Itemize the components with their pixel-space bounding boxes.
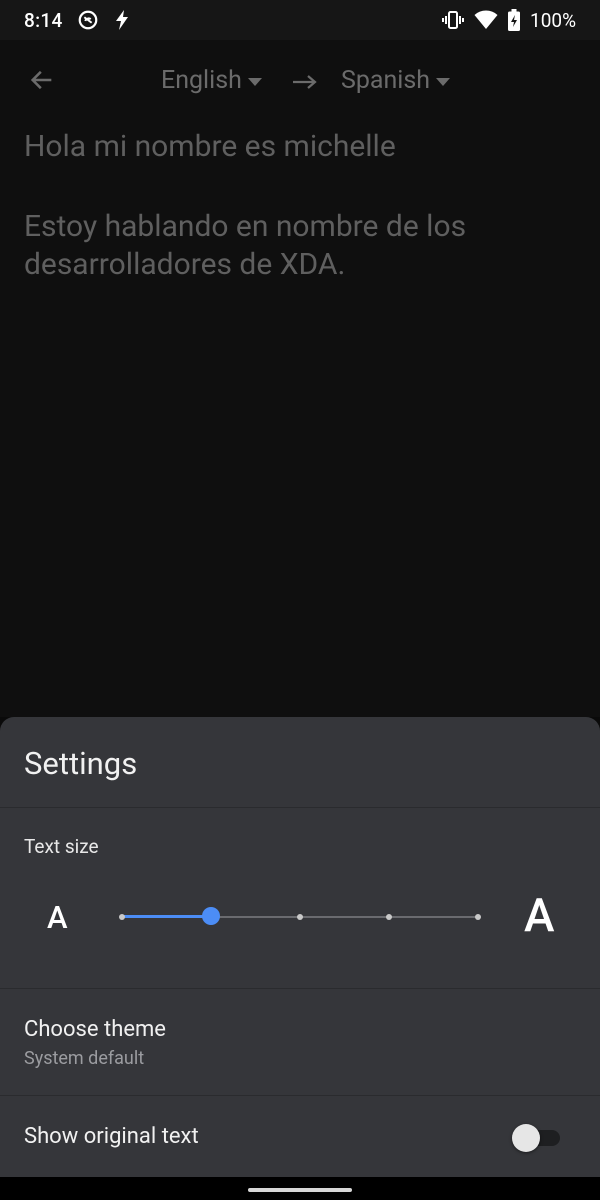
- status-time: 8:14: [24, 8, 63, 32]
- slider-tick: [297, 914, 303, 920]
- settings-title: Settings: [24, 745, 138, 782]
- choose-theme-value: System default: [24, 1048, 145, 1069]
- wifi-icon: [474, 10, 498, 30]
- toggle-thumb: [512, 1124, 540, 1152]
- vibrate-icon: [442, 10, 465, 30]
- source-language-dropdown[interactable]: English: [161, 66, 262, 95]
- choose-theme-item[interactable]: Choose theme System default: [24, 1017, 576, 1087]
- toolbar: English Spanish: [0, 40, 600, 126]
- status-bar: 8:14 100%: [0, 0, 600, 40]
- text-size-label: Text size: [24, 835, 99, 858]
- source-language-label: English: [161, 66, 242, 95]
- arrow-left-icon: [28, 66, 56, 98]
- back-button[interactable]: [22, 62, 62, 102]
- translated-text: Hola mi nombre es michelle Estoy habland…: [24, 128, 584, 326]
- slider-tick: [119, 914, 125, 920]
- slider-tick: [386, 914, 392, 920]
- target-language-dropdown[interactable]: Spanish: [341, 66, 451, 95]
- arrow-right-icon: [292, 71, 318, 97]
- slider-tick: [475, 914, 481, 920]
- divider: [0, 1095, 600, 1096]
- show-original-text-toggle[interactable]: [512, 1122, 562, 1152]
- divider: [0, 807, 600, 808]
- slider-thumb[interactable]: [202, 907, 220, 925]
- divider: [0, 988, 600, 989]
- navigation-bar: [0, 1177, 600, 1200]
- battery-charging-icon: [508, 9, 521, 31]
- large-text-glyph: A: [524, 889, 555, 943]
- battery-percentage: 100%: [530, 8, 576, 32]
- translation-screen: English Spanish Hola mi nombre es michel…: [0, 40, 600, 717]
- show-original-text-title: Show original text: [24, 1124, 199, 1149]
- settings-bottom-sheet: Settings Text size A A Choose theme Syst…: [0, 717, 600, 1177]
- slider-track-fill: [122, 915, 211, 918]
- target-language-label: Spanish: [341, 66, 431, 95]
- home-gesture-handle[interactable]: [248, 1188, 352, 1192]
- small-text-glyph: A: [47, 899, 68, 936]
- translated-paragraph: Hola mi nombre es michelle: [24, 129, 396, 164]
- translated-paragraph: Estoy hablando en nombre de los desarrol…: [24, 209, 467, 282]
- choose-theme-title: Choose theme: [24, 1017, 166, 1042]
- flash-icon: [113, 9, 131, 31]
- caret-down-icon: [247, 77, 262, 86]
- do-not-disturb-icon: [77, 9, 99, 31]
- caret-down-icon: [436, 77, 451, 86]
- text-size-slider[interactable]: A A: [0, 887, 600, 947]
- show-original-text-item[interactable]: Show original text: [24, 1124, 484, 1149]
